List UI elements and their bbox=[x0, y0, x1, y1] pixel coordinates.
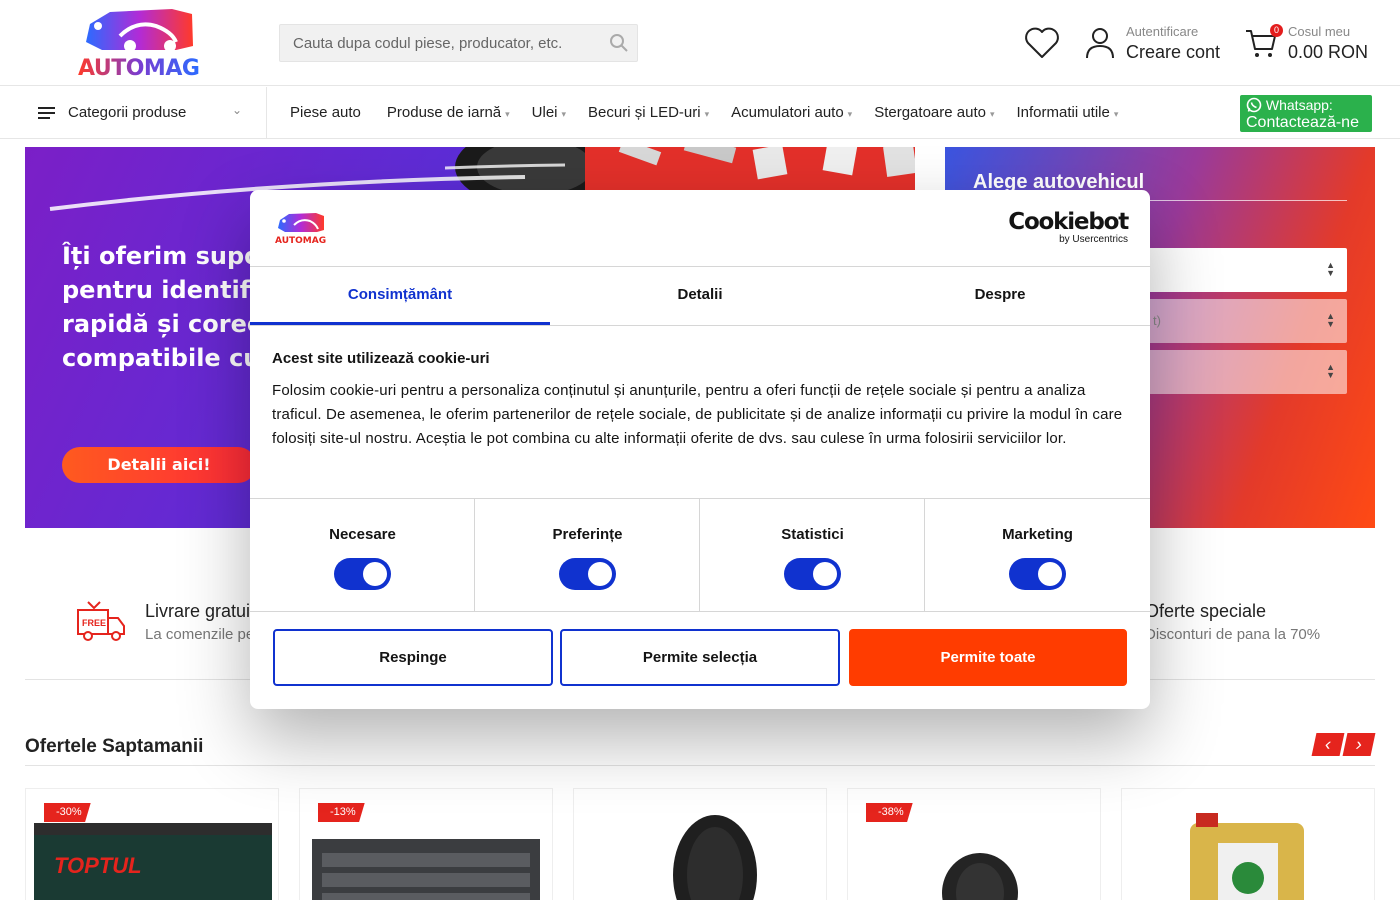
tab-consimtamant[interactable]: Consimțământ bbox=[250, 268, 550, 325]
cookie-dialog-header: AUTOMAG Cookiebot by Usercentrics bbox=[250, 190, 1150, 267]
cookie-dialog-heading: Acest site utilizează cookie-uri bbox=[272, 350, 490, 367]
svg-text:AUTOMAG: AUTOMAG bbox=[275, 236, 326, 246]
cookie-tabs: Consimțământ Detalii Despre bbox=[250, 268, 1150, 326]
toggle-group-necesare: Necesare bbox=[250, 499, 475, 612]
cookie-consent-dialog: AUTOMAG Cookiebot by Usercentrics Consim… bbox=[250, 190, 1150, 709]
allow-all-button[interactable]: Permite toate bbox=[849, 629, 1127, 686]
cookie-dialog-text: Folosim cookie-uri pentru a personaliza … bbox=[272, 382, 1123, 447]
allow-selection-button[interactable]: Permite selecția bbox=[560, 629, 840, 686]
toggle-group-statistici: Statistici bbox=[700, 499, 925, 612]
deny-button[interactable]: Respinge bbox=[273, 629, 553, 686]
cookie-category-toggles: Necesare Preferințe Statistici Marketing bbox=[250, 498, 1150, 612]
toggle-group-marketing: Marketing bbox=[925, 499, 1150, 612]
cookie-dialog-body: Acest site utilizează cookie-uri Folosim… bbox=[272, 350, 1128, 451]
automag-logo-small-icon: AUTOMAG bbox=[275, 213, 326, 246]
preferinte-toggle[interactable] bbox=[559, 558, 616, 590]
statistici-toggle[interactable] bbox=[784, 558, 841, 590]
tab-detalii[interactable]: Detalii bbox=[550, 268, 850, 325]
tab-despre[interactable]: Despre bbox=[850, 268, 1150, 325]
cookiebot-logo: Cookiebot by Usercentrics bbox=[1008, 209, 1129, 245]
toggle-group-preferinte: Preferințe bbox=[475, 499, 700, 612]
marketing-toggle[interactable] bbox=[1009, 558, 1066, 590]
necesare-toggle[interactable] bbox=[334, 558, 391, 590]
